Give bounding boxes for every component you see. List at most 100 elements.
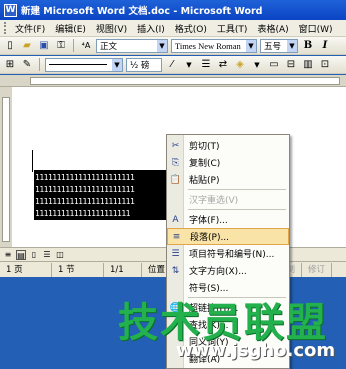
context-menu-item[interactable]: ☰ 项目符号和编号(N)...: [167, 245, 289, 262]
context-menu-item[interactable]: 同义词(Y): [167, 333, 289, 350]
selected-line: 11111111111111111111111: [35, 197, 135, 206]
context-menu-item-label: 超链接(H)...: [189, 304, 239, 314]
chevron-down-icon[interactable]: ▼: [182, 58, 196, 72]
chevron-down-icon[interactable]: ▼: [112, 58, 122, 71]
horizontal-ruler[interactable]: [0, 75, 346, 87]
context-menu-item[interactable]: 翻译(A): [167, 350, 289, 367]
line-color-icon[interactable]: ⁄: [165, 58, 179, 72]
scissors-icon: ✂: [171, 140, 180, 151]
line-sample: [49, 64, 107, 65]
print-view-icon[interactable]: ▯: [29, 250, 39, 260]
fill-color-icon[interactable]: ◈: [233, 58, 247, 72]
context-menu-item-label: 字体(F)...: [189, 216, 228, 226]
context-menu-item-label: 剪切(T): [189, 142, 220, 152]
context-menu-item[interactable]: ⇅ 文字方向(X)...: [167, 262, 289, 279]
context-menu: ✂ 剪切(T) ⎘ 复制(C) 📋 粘贴(P) 汉字重选(V) A 字体(F)... ≡ 段落(P)…: [166, 134, 290, 369]
menu-separator: [188, 297, 286, 298]
context-menu-item[interactable]: ⎘ 复制(C): [167, 154, 289, 171]
line-style-combo[interactable]: ▼: [45, 57, 123, 72]
context-menu-item: 汉字重选(V): [167, 191, 289, 208]
normal-view-icon[interactable]: ≡: [3, 250, 13, 260]
context-menu-item-label: 符号(S)...: [189, 284, 229, 294]
selected-line: 11111111111111111111111: [35, 173, 135, 182]
title-bar: W 新建 Microsoft Word 文档.doc - Microsoft W…: [0, 0, 346, 20]
selected-text-block[interactable]: 11111111111111111111111 1111111111111111…: [34, 170, 169, 220]
context-menu-item[interactable]: ✂ 剪切(T): [167, 137, 289, 154]
style-value: 正文: [100, 41, 118, 52]
styles-pane-icon[interactable]: ⁴A: [79, 39, 93, 53]
dash-style-icon[interactable]: ☰: [199, 58, 213, 72]
arrow-style-icon[interactable]: ⇄: [216, 58, 230, 72]
line-weight-value: ½ 磅: [130, 60, 150, 71]
text-cursor: [32, 150, 33, 172]
context-menu-item-label: 项目符号和编号(N)...: [189, 250, 275, 260]
menu-separator: [188, 209, 286, 210]
chevron-down-icon[interactable]: ▼: [250, 58, 264, 72]
zoom-icon[interactable]: ⊡: [318, 58, 332, 72]
context-menu-item[interactable]: A 字体(F)...: [167, 211, 289, 228]
selected-line: 1111111111111111111111: [35, 209, 130, 218]
menu-window[interactable]: 窗口(W): [294, 22, 338, 35]
select-objects-icon[interactable]: ⊞: [3, 58, 17, 72]
font-size-value: 五号: [264, 41, 282, 52]
paste-icon: 📋: [169, 174, 182, 185]
context-menu-item-label: 汉字重选(V): [189, 196, 239, 206]
chevron-down-icon[interactable]: ▼: [246, 39, 256, 52]
context-menu-item-label: 翻译(A): [189, 355, 221, 365]
menu-table[interactable]: 表格(A): [252, 22, 293, 35]
window-title: 新建 Microsoft Word 文档.doc - Microsoft Wor…: [21, 6, 263, 17]
new-document-icon[interactable]: ▯: [3, 39, 17, 53]
status-section: 1 节: [52, 262, 104, 277]
menu-edit[interactable]: 编辑(E): [50, 22, 91, 35]
web-view-icon[interactable]: ▤: [16, 249, 26, 260]
context-menu-item-label: 复制(C): [189, 159, 221, 169]
font-value: Times New Roman: [175, 40, 241, 51]
ruler-track: [30, 77, 340, 85]
save-icon[interactable]: ▣: [37, 39, 51, 53]
status-trk[interactable]: 修订: [302, 262, 333, 277]
status-page: 1 页: [0, 262, 52, 277]
pen-icon[interactable]: ✎: [20, 58, 34, 72]
context-menu-item[interactable]: 📋 粘贴(P): [167, 171, 289, 188]
open-folder-icon[interactable]: ▰: [20, 39, 34, 53]
menu-bar: 文件(F) 编辑(E) 视图(V) 插入(I) 格式(O) 工具(T) 表格(A…: [0, 20, 346, 37]
selected-line: 11111111111111111111111: [35, 185, 135, 194]
ruler-track: [2, 97, 10, 242]
bullets-icon: ☰: [171, 248, 180, 259]
menu-tools[interactable]: 工具(T): [212, 22, 253, 35]
font-size-combo[interactable]: 五号 ▼: [260, 38, 298, 53]
paragraph-icon: ≡: [172, 231, 181, 242]
reading-view-icon[interactable]: ◫: [55, 250, 65, 260]
font-icon: A: [172, 214, 179, 225]
context-menu-item-label: 段落(P)...: [190, 233, 230, 243]
menu-format[interactable]: 格式(O): [170, 22, 212, 35]
table-icon[interactable]: ⊟: [284, 58, 298, 72]
menu-grip: [4, 22, 7, 34]
outline-view-icon[interactable]: ☰: [42, 250, 52, 260]
context-menu-item[interactable]: ≡ 段落(P)...: [167, 228, 289, 245]
italic-button[interactable]: I: [318, 39, 332, 53]
context-menu-item[interactable]: 符号(S)...: [167, 279, 289, 296]
menu-separator: [188, 189, 286, 190]
hyperlink-icon: 🌐: [169, 302, 182, 313]
context-menu-item[interactable]: 🌐 超链接(H)...: [167, 299, 289, 316]
shadow-icon[interactable]: ▭: [267, 58, 281, 72]
context-menu-item[interactable]: 查找(K)...: [167, 316, 289, 333]
menu-insert[interactable]: 插入(I): [132, 22, 170, 35]
toolbar-separator: [39, 58, 40, 71]
bold-button[interactable]: B: [301, 39, 315, 53]
text-direction-icon: ⇅: [171, 265, 180, 276]
context-menu-item-label: 文字方向(X)...: [189, 267, 247, 277]
vertical-ruler[interactable]: [0, 87, 12, 247]
menu-file[interactable]: 文件(F): [10, 22, 50, 35]
chevron-down-icon[interactable]: ▼: [157, 39, 167, 52]
font-combo[interactable]: Times New Roman ▼: [171, 38, 257, 53]
style-combo[interactable]: 正文 ▼: [96, 38, 168, 53]
menu-view[interactable]: 视图(V): [91, 22, 132, 35]
context-menu-item-label: 查找(K)...: [189, 321, 229, 331]
permission-icon[interactable]: ⚿: [54, 39, 68, 53]
chevron-down-icon[interactable]: ▼: [287, 39, 297, 52]
columns-icon[interactable]: ▥: [301, 58, 315, 72]
line-weight-combo[interactable]: ½ 磅: [126, 57, 162, 72]
context-menu-item-label: 同义词(Y): [189, 338, 229, 348]
